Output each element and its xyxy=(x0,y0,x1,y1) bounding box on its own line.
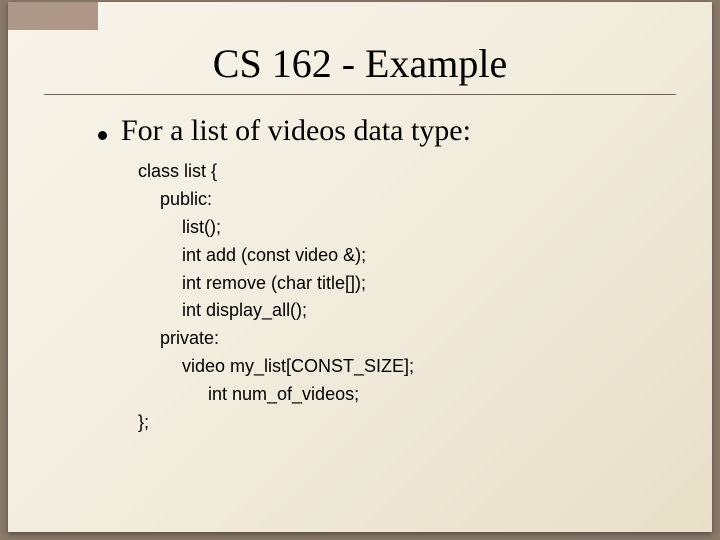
code-line: }; xyxy=(138,409,672,437)
code-line: class list { xyxy=(138,158,672,186)
code-line: int remove (char title[]); xyxy=(138,270,672,298)
code-line: int add (const video &); xyxy=(138,242,672,270)
code-line: public: xyxy=(138,186,672,214)
content-area: For a list of videos data type: class li… xyxy=(98,114,672,437)
slide: CS 162 - Example For a list of videos da… xyxy=(8,2,712,532)
slide-title: CS 162 - Example xyxy=(8,40,712,87)
code-line: list(); xyxy=(138,214,672,242)
code-line: video my_list[CONST_SIZE]; xyxy=(138,353,672,381)
code-block: class list { public: list(); int add (co… xyxy=(138,158,672,437)
title-rule xyxy=(44,94,676,95)
bullet-item: For a list of videos data type: xyxy=(98,114,672,148)
corner-accent xyxy=(8,2,98,30)
bullet-text: For a list of videos data type: xyxy=(121,114,471,148)
code-line: int display_all(); xyxy=(138,297,672,325)
bullet-icon xyxy=(98,131,107,140)
code-line: private: xyxy=(138,325,672,353)
code-line: int num_of_videos; xyxy=(138,381,672,409)
